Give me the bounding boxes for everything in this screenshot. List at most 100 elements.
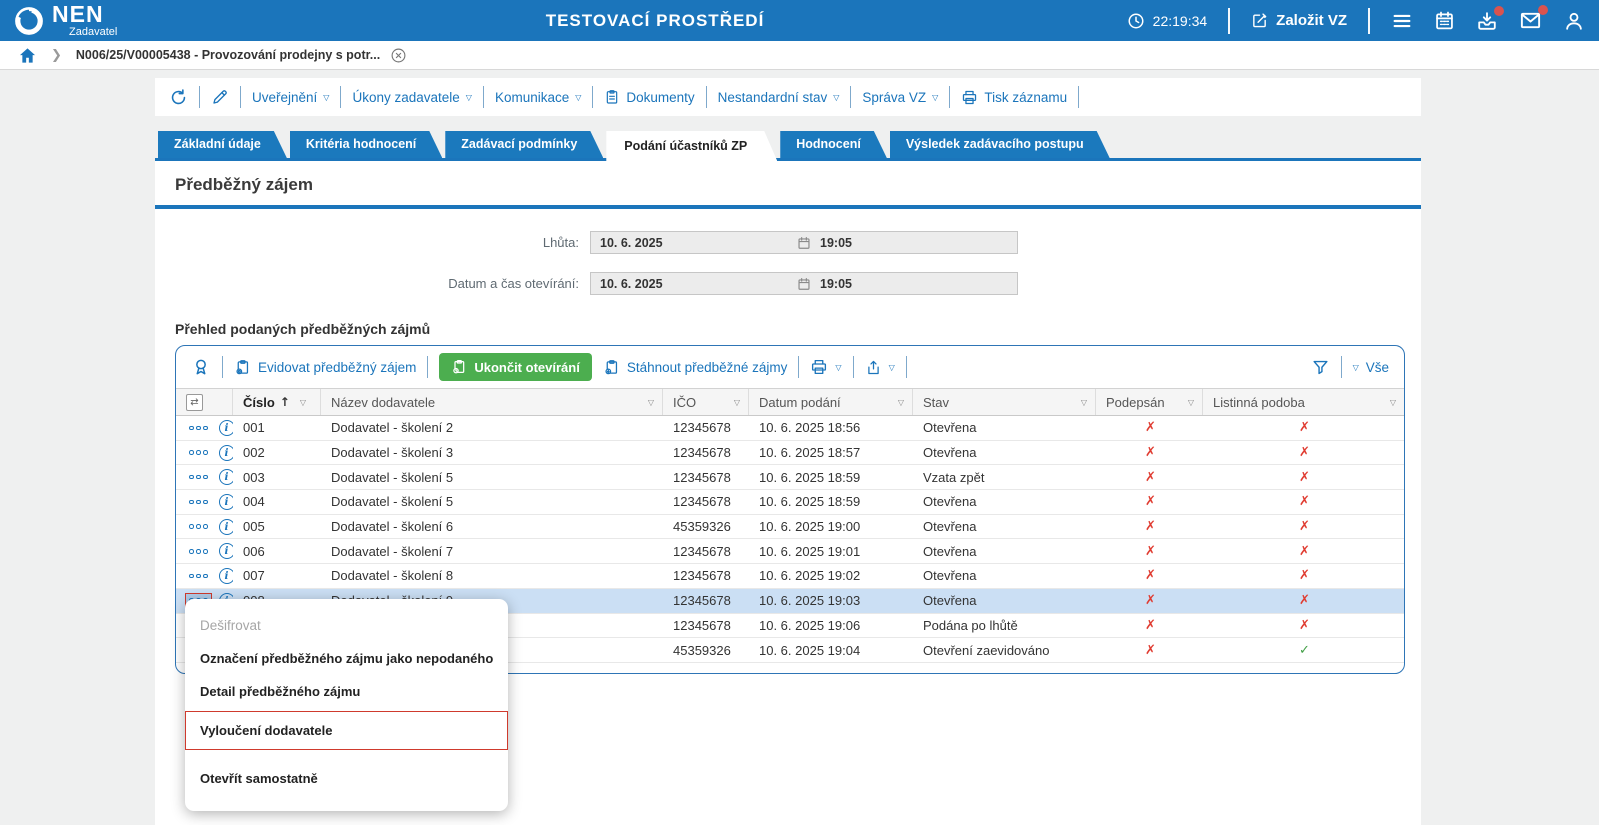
tab-zakladni-udaje[interactable]: Základní údaje xyxy=(158,131,287,158)
cell-stav: Otevřena xyxy=(913,445,1096,460)
column-filter-icon[interactable]: ▽ xyxy=(1188,398,1194,407)
chevron-down-icon: ▽ xyxy=(833,93,839,102)
menu-item-detail-predbezneho-zajmu[interactable]: Detail předběžného zájmu xyxy=(185,675,508,708)
menu-ukony-zadavatele[interactable]: Úkony zadavatele▽ xyxy=(352,90,471,105)
row-actions-dots-icon[interactable] xyxy=(185,569,212,584)
toolbar-divider xyxy=(199,86,200,108)
column-filter-icon[interactable]: ▽ xyxy=(734,398,740,407)
column-filter-icon[interactable]: ▽ xyxy=(300,398,306,407)
tab-podani-ucastniku-zp[interactable]: Podání účastníků ZP xyxy=(606,131,777,161)
cell-cislo: 001 xyxy=(233,420,321,435)
main-menu-button[interactable] xyxy=(1391,10,1413,32)
tab-zadavaci-podminky[interactable]: Zadávací podmínky xyxy=(445,131,603,158)
row-actions-dots-icon[interactable] xyxy=(185,495,212,510)
refresh-button[interactable] xyxy=(169,88,188,107)
nen-swirl-icon xyxy=(14,6,44,36)
row-info-icon[interactable]: i xyxy=(219,543,234,559)
menu-nestandardni-stav[interactable]: Nestandardní stav▽ xyxy=(718,90,840,105)
cell-stav: Otevřena xyxy=(913,519,1096,534)
column-settings-icon[interactable]: ⇄ xyxy=(186,394,203,411)
grid-print-button[interactable]: ▽ xyxy=(810,358,841,376)
row-actions-dots-icon[interactable] xyxy=(185,519,212,534)
menu-sprava-vz[interactable]: Správa VZ▽ xyxy=(862,90,938,105)
table-row[interactable]: i 001 Dodavatel - školení 2 12345678 10.… xyxy=(176,416,1404,441)
table-row[interactable]: i 003 Dodavatel - školení 5 12345678 10.… xyxy=(176,465,1404,490)
create-vz-button[interactable]: Založit VZ xyxy=(1251,12,1347,29)
menu-item-oznaceni-jako-nepodaneho[interactable]: Označení předběžného zájmu jako nepodané… xyxy=(185,642,508,675)
grid-export-button[interactable]: ▽ xyxy=(865,359,895,376)
table-row[interactable]: i 004 Dodavatel - školení 5 12345678 10.… xyxy=(176,490,1404,515)
table-row[interactable]: i 002 Dodavatel - školení 3 12345678 10.… xyxy=(176,441,1404,466)
row-info-icon[interactable]: i xyxy=(219,519,234,535)
evidovat-predbezny-zajem-button[interactable]: Evidovat předběžný zájem xyxy=(234,359,416,376)
cell-cislo: 007 xyxy=(233,568,321,583)
cell-cislo: 003 xyxy=(233,470,321,485)
stahnout-predbezne-zajmy-button[interactable]: Stáhnout předběžné zájmy xyxy=(603,359,788,376)
row-info-icon[interactable]: i xyxy=(219,494,234,510)
row-actions-dots-icon[interactable] xyxy=(185,470,212,485)
tab-vysledek-zadavaciho-postupu[interactable]: Výsledek zadávacího postupu xyxy=(890,131,1110,158)
column-header-listinna-podoba[interactable]: Listinná podoba ▽ xyxy=(1203,389,1404,415)
column-header-ico[interactable]: IČO ▽ xyxy=(663,389,749,415)
row-actions-dots-icon[interactable] xyxy=(185,445,212,460)
toolbar-divider xyxy=(222,356,223,378)
cell-stav: Otevřena xyxy=(913,544,1096,559)
row-info-icon[interactable]: i xyxy=(219,420,234,436)
column-header-podepsan[interactable]: Podepsán ▽ xyxy=(1096,389,1203,415)
close-tab-icon[interactable] xyxy=(390,47,407,64)
chevron-down-icon: ▽ xyxy=(323,93,329,102)
nen-logo[interactable]: NEN Zadavatel xyxy=(14,3,117,38)
grid-filter-button[interactable] xyxy=(1311,358,1330,377)
row-info-icon[interactable]: i xyxy=(219,568,234,584)
breadcrumb-label: N006/25/V00005438 - Provozování prodejny… xyxy=(76,48,380,62)
messages-button[interactable] xyxy=(1519,9,1542,32)
row-actions-dots-icon[interactable] xyxy=(185,544,212,559)
column-filter-icon[interactable]: ▽ xyxy=(1081,398,1087,407)
printer-icon xyxy=(810,358,828,376)
tab-kriteria-hodnoceni[interactable]: Kritéria hodnocení xyxy=(290,131,442,158)
cell-podepsan-mark: ✗ xyxy=(1096,470,1203,485)
row-actions-dots-icon[interactable] xyxy=(185,421,212,436)
cell-ico: 12345678 xyxy=(663,568,749,583)
table-row[interactable]: i 006 Dodavatel - školení 7 12345678 10.… xyxy=(176,539,1404,564)
home-icon[interactable] xyxy=(18,46,37,65)
column-header-stav[interactable]: Stav ▽ xyxy=(913,389,1096,415)
section-divider xyxy=(155,205,1421,209)
calendar-button[interactable] xyxy=(1434,10,1455,31)
menu-tisk-zaznamu[interactable]: Tisk záznamu xyxy=(961,89,1067,106)
field-lhuta-datetime[interactable]: 10. 6. 2025 19:05 xyxy=(590,231,1018,254)
column-header-cislo[interactable]: Číslo ↑ ▽ xyxy=(233,389,321,415)
menu-item-vylouceni-dodavatele[interactable]: Vyloučení dodavatele xyxy=(185,711,508,750)
menu-dokumenty[interactable]: Dokumenty xyxy=(604,89,694,105)
toolbar-divider xyxy=(483,86,484,108)
field-otevirani-datetime[interactable]: 10. 6. 2025 19:05 xyxy=(590,272,1018,295)
column-header-datum-podani[interactable]: Datum podání ▽ xyxy=(749,389,913,415)
profile-button[interactable] xyxy=(1563,10,1585,32)
row-info-icon[interactable]: i xyxy=(219,469,234,485)
grid-toolbar: Evidovat předběžný zájem Ukončit otevírá… xyxy=(176,346,1404,388)
menu-komunikace[interactable]: Komunikace▽ xyxy=(495,90,581,105)
tab-hodnoceni[interactable]: Hodnocení xyxy=(780,131,887,158)
grid-view-all-button[interactable]: ▽ Vše xyxy=(1353,360,1389,375)
table-row[interactable]: i 007 Dodavatel - školení 8 12345678 10.… xyxy=(176,564,1404,589)
field-label-lhuta: Lhůta: xyxy=(155,235,590,250)
breadcrumb-item[interactable]: N006/25/V00005438 - Provozování prodejny… xyxy=(76,47,407,64)
table-row[interactable]: i 005 Dodavatel - školení 6 45359326 10.… xyxy=(176,515,1404,540)
breadcrumb-chevron-icon: ❯ xyxy=(51,47,62,63)
cell-listinna-podoba-mark: ✗ xyxy=(1203,519,1404,534)
export-share-icon xyxy=(865,359,882,376)
ukoncit-otevirani-button[interactable]: Ukončit otevírání xyxy=(439,353,591,381)
menu-item-otevrit-samostatne[interactable]: Otevřít samostatně xyxy=(185,762,508,795)
column-filter-icon[interactable]: ▽ xyxy=(648,398,654,407)
certificates-button[interactable] xyxy=(191,357,211,377)
cell-podepsan-mark: ✗ xyxy=(1096,544,1203,559)
column-header-nazev-dodavatele[interactable]: Název dodavatele ▽ xyxy=(321,389,663,415)
edit-record-button[interactable] xyxy=(211,88,229,106)
column-filter-icon[interactable]: ▽ xyxy=(898,398,904,407)
cell-nazev-dodavatele: Dodavatel - školení 5 xyxy=(321,494,663,509)
breadcrumb-bar: ❯ N006/25/V00005438 - Provozování prodej… xyxy=(0,41,1599,70)
downloads-button[interactable] xyxy=(1476,10,1498,32)
row-info-icon[interactable]: i xyxy=(219,445,234,461)
menu-uverejneni[interactable]: Uveřejnění▽ xyxy=(252,90,329,105)
column-filter-icon[interactable]: ▽ xyxy=(1390,398,1396,407)
